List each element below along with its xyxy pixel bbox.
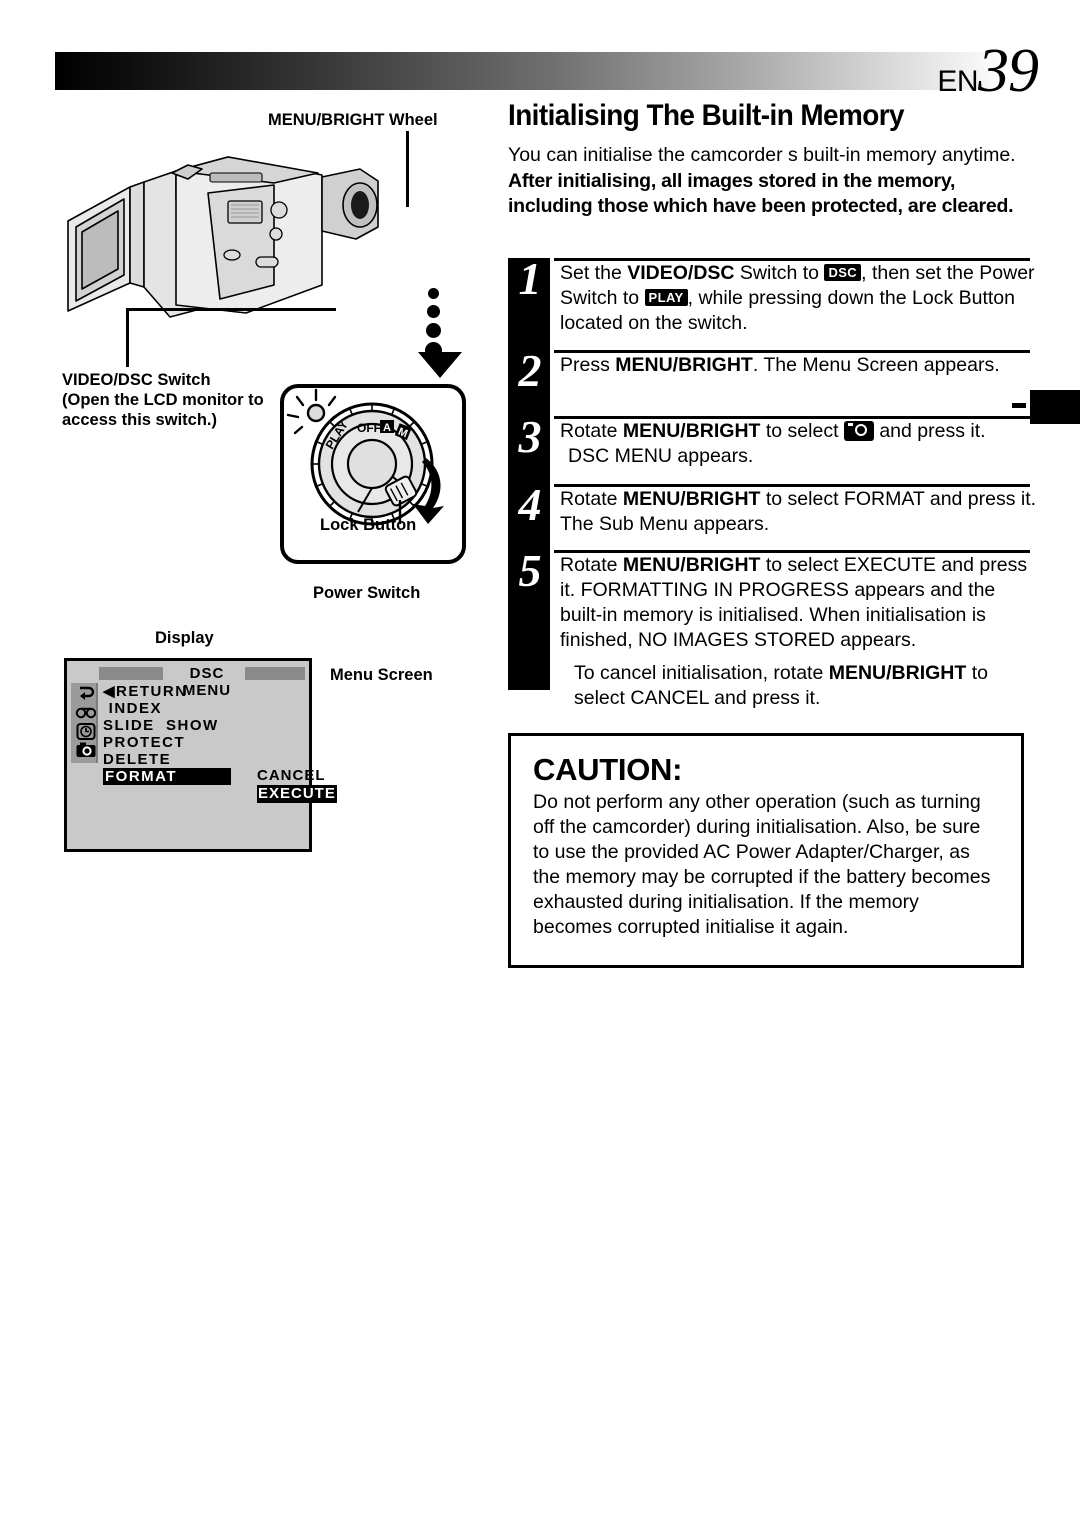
page-number-prefix: EN — [937, 65, 978, 98]
leader-line-video-dsc-horizontal — [126, 308, 336, 311]
step-text-bold: VIDEO/DSC — [627, 262, 735, 284]
play-badge-icon: PLAY — [644, 289, 688, 307]
step-divider — [554, 350, 1030, 353]
step-text-part: and press it. — [873, 420, 986, 442]
dsc-badge-icon: DSC — [824, 264, 862, 281]
arrow-head-icon — [418, 352, 462, 378]
step-text-bold: MENU/BRIGHT — [828, 661, 967, 684]
step-text-part: To cancel initialisation, rotate — [574, 661, 829, 684]
step-text-part: Rotate — [560, 554, 623, 576]
step-item: 5 Rotate MENU/BRIGHT to select EXECUTE a… — [508, 545, 1038, 709]
display-topbar-right — [245, 667, 305, 680]
label-power-switch: Power Switch — [313, 584, 421, 602]
camcorder-illustration — [67, 156, 379, 318]
label-video-dsc-switch: VIDEO/DSC Switch (Open the LCD monitor t… — [62, 371, 292, 430]
step-text-part: Rotate — [560, 420, 623, 442]
step-divider — [554, 484, 1030, 487]
label-video-dsc-switch-note: (Open the LCD monitor to access this swi… — [62, 390, 264, 429]
step-text-bold: MENU/BRIGHT — [622, 554, 761, 576]
label-lock-button: Lock Button — [320, 516, 417, 534]
step-substep-text: To cancel initialisation, rotate MENU/BR… — [560, 658, 1038, 715]
page-number-value: 39 — [978, 37, 1039, 105]
edge-dash-marker — [1012, 403, 1026, 408]
dial-label-off: OFF — [357, 421, 381, 435]
camera-icon — [76, 742, 96, 757]
display-menu-item[interactable]: PROTECT — [103, 734, 303, 751]
leader-line-video-dsc-vertical — [126, 310, 129, 367]
arrow-dot — [426, 323, 441, 338]
step-text: Set the VIDEO/DSC Switch to DSC, then se… — [560, 258, 1038, 340]
label-video-dsc-switch-title: VIDEO/DSC Switch — [62, 371, 211, 389]
step-item: 3 Rotate MENU/BRIGHT to select and press… — [508, 411, 1038, 484]
step-text-bold: MENU/BRIGHT — [622, 420, 761, 442]
intro-paragraph: You can initialise the camcorder s built… — [508, 143, 1016, 166]
caution-text: Do not perform any other operation (such… — [533, 791, 991, 939]
step-text-part: DSC MENU appears. — [568, 445, 754, 468]
camera-icon — [843, 421, 874, 441]
display-menu-item[interactable]: DELETE — [103, 751, 303, 768]
step-text: Rotate MENU/BRIGHT to select EXECUTE and… — [560, 550, 1038, 658]
display-sub-menu-execute[interactable]: EXECUTE — [257, 785, 337, 803]
step-text-bold: MENU/BRIGHT — [622, 488, 761, 510]
step-text: Press MENU/BRIGHT. The Menu Screen appea… — [560, 350, 1038, 382]
step-text-part: Rotate — [560, 488, 623, 510]
display-sub-menu-execute-wrap: EXECUTE — [257, 785, 367, 803]
caution-box: CAUTION: Do not perform any other operat… — [508, 733, 1024, 968]
display-sub-menu-cancel[interactable]: CANCEL — [257, 767, 367, 785]
label-menu-screen: Menu Screen — [330, 666, 433, 684]
step-text: Rotate MENU/BRIGHT to select and press i… — [560, 416, 1038, 473]
dsc-menu-display: DSC MENU ◀RETURN INDEX SLIDE SHOW PROTEC… — [64, 658, 337, 852]
display-menu-item[interactable]: ◀RETURN — [103, 683, 303, 700]
step-number: 2 — [518, 345, 542, 396]
step-list: 1 Set the VIDEO/DSC Switch to DSC, then … — [508, 253, 1038, 709]
step-text: Rotate MENU/BRIGHT to select FORMAT and … — [560, 484, 1038, 541]
intro-paragraph-bold: After initialising, all images stored in… — [508, 170, 1014, 218]
manual-page: EN39 MENU/BRIGHT Wheel VIDEO/DSC Switch … — [0, 0, 1080, 1533]
display-side-icon-rail — [71, 683, 98, 763]
display-menu-item-selected[interactable]: FORMAT — [103, 768, 231, 785]
display-menu-item[interactable]: SLIDE SHOW — [103, 717, 303, 734]
return-icon — [80, 686, 95, 700]
article-body: Initialising The Built-in Memory You can… — [508, 100, 1038, 219]
label-display: Display — [155, 629, 214, 647]
leader-line-menu-bright — [406, 131, 409, 207]
step-text-part: to select — [760, 420, 844, 442]
arrow-dot — [427, 305, 440, 318]
step-number: 3 — [518, 411, 542, 462]
step-divider — [554, 258, 1030, 261]
power-switch-figure: PLAY OFF A M Lock Button — [280, 384, 466, 564]
step-number: 5 — [518, 545, 542, 596]
page-title: Initialising The Built-in Memory — [508, 99, 905, 132]
step-divider — [554, 416, 1030, 419]
step-text-part: Switch to — [734, 262, 825, 284]
dial-label-a: A — [383, 422, 391, 434]
step-text-part: Press — [560, 354, 616, 376]
clock-icon — [76, 723, 96, 740]
page-number: EN39 — [937, 37, 1039, 105]
display-menu-item[interactable]: INDEX — [103, 700, 303, 717]
edge-chapter-tab — [1030, 390, 1080, 424]
step-number: 1 — [518, 253, 542, 304]
display-sub-menu: CANCEL EXECUTE — [257, 767, 367, 803]
step-item: 4 Rotate MENU/BRIGHT to select FORMAT an… — [508, 479, 1038, 550]
label-menu-bright-wheel: MENU/BRIGHT Wheel — [268, 111, 438, 129]
tape-icon — [75, 707, 97, 719]
step-text-part: Set the — [560, 262, 628, 284]
step-number: 4 — [518, 479, 542, 530]
header-gradient-bar — [55, 52, 1037, 90]
step-text-bold: MENU/BRIGHT — [615, 354, 753, 376]
step-item: 2 Press MENU/BRIGHT. The Menu Screen app… — [508, 345, 1038, 416]
step-item: 1 Set the VIDEO/DSC Switch to DSC, then … — [508, 253, 1038, 350]
caution-heading: CAUTION: — [533, 752, 683, 787]
step-text-part: . The Menu Screen appears. — [752, 354, 1000, 376]
arrow-dot — [428, 288, 439, 299]
step-divider — [554, 550, 1030, 553]
display-topbar-left — [99, 667, 163, 680]
